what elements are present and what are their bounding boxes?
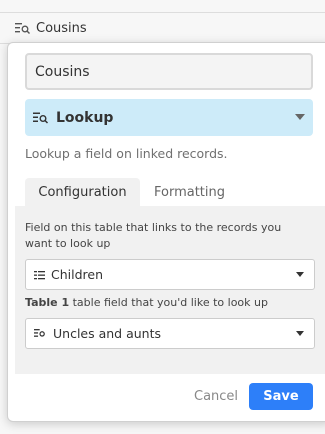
config-tabs: Configuration Formatting [25, 178, 325, 206]
lookup-icon [15, 22, 30, 34]
field-type-label: Lookup [56, 109, 114, 126]
column-header-label: Cousins [36, 20, 87, 36]
link-field-label: Field on this table that links to the re… [25, 221, 282, 250]
field-type-select[interactable]: Lookup [25, 99, 313, 136]
lookup-field-select[interactable]: Uncles and aunts [25, 318, 315, 349]
field-type-description: Lookup a field on linked records. [25, 146, 228, 161]
lookup-field-label-text: table field that you'd like to look up [69, 296, 268, 309]
field-config-dialog: Lookup Lookup a field on linked records.… [7, 42, 325, 422]
configuration-panel: Field on this table that links to the re… [15, 206, 325, 374]
tab-configuration[interactable]: Configuration [25, 178, 140, 206]
lookup-field-label-table: Table 1 [25, 296, 70, 309]
linked-records-icon [34, 270, 45, 279]
lookup-field-value: Uncles and aunts [53, 326, 162, 341]
field-name-input[interactable] [25, 53, 313, 90]
cancel-button[interactable]: Cancel [194, 389, 238, 404]
lookup-icon [34, 329, 45, 337]
chevron-down-icon [296, 331, 304, 336]
tab-formatting[interactable]: Formatting [154, 178, 225, 206]
lookup-field-label: Table 1 table field that you'd like to l… [25, 296, 268, 309]
save-button[interactable]: Save [249, 383, 313, 410]
lookup-icon [33, 112, 49, 124]
chevron-down-icon [295, 114, 305, 120]
chevron-down-icon [296, 272, 304, 277]
column-header[interactable]: Cousins [0, 12, 325, 44]
link-field-value: Children [51, 267, 104, 282]
link-field-select[interactable]: Children [25, 259, 315, 290]
